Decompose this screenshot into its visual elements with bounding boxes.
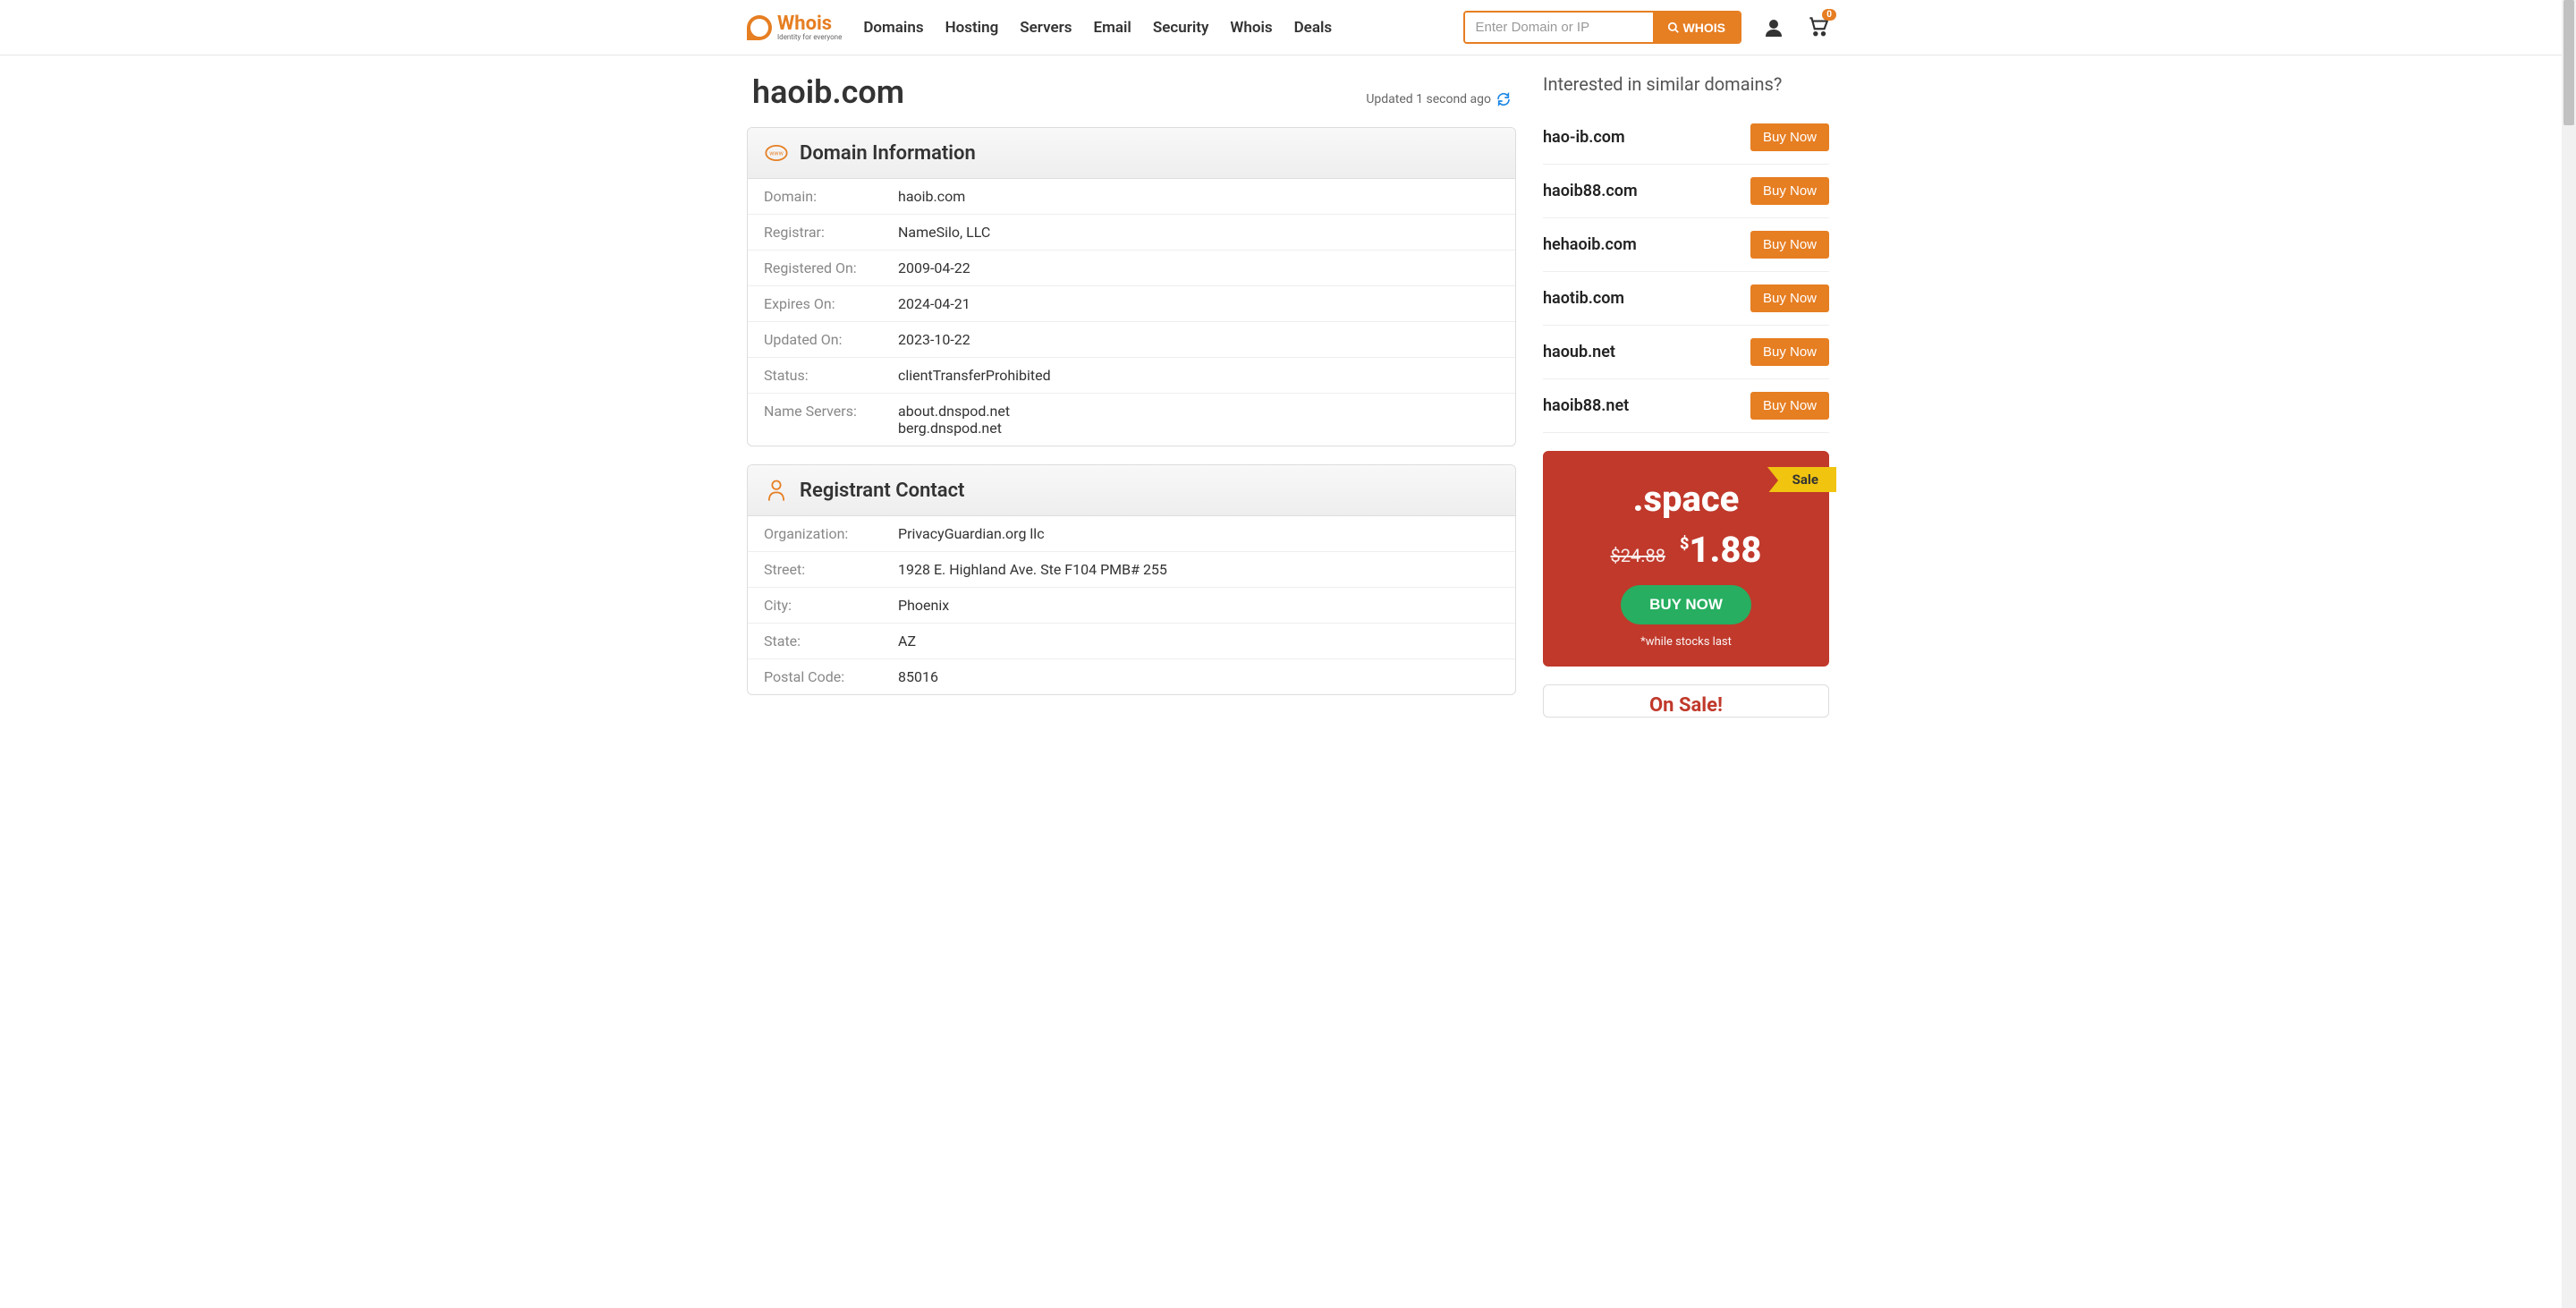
similar-row: hao-ib.com Buy Now (1543, 111, 1829, 165)
buy-now-button[interactable]: Buy Now (1750, 177, 1829, 205)
info-row: Domain:haoib.com (748, 179, 1515, 215)
info-value: about.dnspod.net berg.dnspod.net (898, 403, 1010, 437)
buy-now-button[interactable]: Buy Now (1750, 231, 1829, 259)
similar-domain: haoib88.com (1543, 182, 1638, 200)
sale-ribbon: Sale (1767, 467, 1836, 492)
domain-info-title: Domain Information (800, 142, 976, 165)
info-value: 1928 E. Highland Ave. Ste F104 PMB# 255 (898, 561, 1167, 578)
similar-domain: haoub.net (1543, 343, 1615, 361)
info-row: Status:clientTransferProhibited (748, 358, 1515, 394)
info-label: Registrar: (764, 224, 898, 241)
info-label: Registered On: (764, 259, 898, 276)
similar-row: hehaoib.com Buy Now (1543, 218, 1829, 272)
info-row: City:Phoenix (748, 588, 1515, 624)
nav-item-whois[interactable]: Whois (1230, 19, 1272, 37)
info-value: 2024-04-21 (898, 295, 970, 312)
search-button[interactable]: WHOIS (1653, 13, 1740, 42)
info-label: City: (764, 597, 898, 614)
nav-item-servers[interactable]: Servers (1020, 19, 1072, 37)
info-label: Name Servers: (764, 403, 898, 437)
search-box: WHOIS (1463, 11, 1741, 44)
similar-domain: haoib88.net (1543, 396, 1629, 415)
domain-info-card: WWW Domain Information Domain:haoib.comR… (747, 127, 1516, 446)
info-label: Updated On: (764, 331, 898, 348)
promo-card: Sale .space $24.88 $1.88 BUY NOW *while … (1543, 451, 1829, 667)
info-label: Organization: (764, 525, 898, 542)
info-label: State: (764, 633, 898, 650)
info-value: Phoenix (898, 597, 949, 614)
buy-now-button[interactable]: Buy Now (1750, 338, 1829, 366)
info-value: 2023-10-22 (898, 331, 970, 348)
logo-subtitle: Identity for everyone (777, 34, 842, 41)
www-icon: WWW (764, 140, 789, 166)
buy-now-button[interactable]: Buy Now (1750, 123, 1829, 151)
similar-title: Interested in similar domains? (1543, 73, 1829, 95)
updated-status: Updated 1 second ago (1366, 92, 1511, 106)
info-row: Expires On:2024-04-21 (748, 286, 1515, 322)
info-value: 85016 (898, 668, 938, 685)
user-icon[interactable] (1763, 17, 1784, 38)
info-label: Street: (764, 561, 898, 578)
info-row: Street:1928 E. Highland Ave. Ste F104 PM… (748, 552, 1515, 588)
info-row: Updated On:2023-10-22 (748, 322, 1515, 358)
info-value: AZ (898, 633, 916, 650)
nav-item-deals[interactable]: Deals (1294, 19, 1333, 37)
info-value: haoib.com (898, 188, 965, 205)
info-row: Registered On:2009-04-22 (748, 251, 1515, 286)
cart-button[interactable]: 0 (1806, 14, 1829, 41)
onsale-text: On Sale! (1544, 694, 1828, 717)
logo-icon (747, 15, 772, 40)
similar-domain: hehaoib.com (1543, 235, 1637, 254)
scrollbar[interactable] (2562, 0, 2576, 1308)
info-value: 2009-04-22 (898, 259, 970, 276)
search-icon (1667, 21, 1680, 34)
similar-domain: haotib.com (1543, 289, 1624, 308)
promo-buy-button[interactable]: BUY NOW (1621, 585, 1751, 624)
refresh-icon[interactable] (1496, 92, 1511, 106)
info-row: Name Servers:about.dnspod.net berg.dnspo… (748, 394, 1515, 446)
info-row: Registrar:NameSilo, LLC (748, 215, 1515, 251)
registrant-card: Registrant Contact Organization:PrivacyG… (747, 464, 1516, 695)
old-price: $24.88 (1611, 545, 1665, 566)
registrant-title: Registrant Contact (800, 480, 964, 502)
onsale-card: On Sale! (1543, 684, 1829, 718)
nav-item-domains[interactable]: Domains (863, 19, 923, 37)
similar-row: haotib.com Buy Now (1543, 272, 1829, 326)
similar-row: haoub.net Buy Now (1543, 326, 1829, 379)
buy-now-button[interactable]: Buy Now (1750, 392, 1829, 420)
search-input[interactable] (1465, 13, 1653, 42)
stock-note: *while stocks last (1561, 635, 1811, 649)
person-icon (764, 478, 789, 503)
main-nav: Domains Hosting Servers Email Security Whois D… (863, 19, 1332, 37)
info-row: State:AZ (748, 624, 1515, 659)
header: Whois Identity for everyone Domains Hosti… (0, 0, 2576, 55)
info-label: Postal Code: (764, 668, 898, 685)
nav-item-security[interactable]: Security (1153, 19, 1209, 37)
info-row: Postal Code:85016 (748, 659, 1515, 694)
nav-item-hosting[interactable]: Hosting (945, 19, 999, 37)
similar-domain: hao-ib.com (1543, 128, 1625, 147)
new-price: $1.88 (1680, 529, 1761, 571)
info-label: Status: (764, 367, 898, 384)
info-label: Domain: (764, 188, 898, 205)
info-value: NameSilo, LLC (898, 224, 990, 241)
page-title: haoib.com (752, 73, 904, 111)
svg-text:WWW: WWW (769, 151, 784, 157)
cart-badge: 0 (1822, 9, 1836, 21)
info-row: Organization:PrivacyGuardian.org llc (748, 516, 1515, 552)
logo-title: Whois (777, 14, 842, 34)
scroll-thumb[interactable] (2563, 0, 2574, 125)
info-value: PrivacyGuardian.org llc (898, 525, 1045, 542)
nav-item-email[interactable]: Email (1094, 19, 1131, 37)
logo[interactable]: Whois Identity for everyone (747, 14, 842, 41)
similar-row: haoib88.net Buy Now (1543, 379, 1829, 433)
similar-row: haoib88.com Buy Now (1543, 165, 1829, 218)
info-label: Expires On: (764, 295, 898, 312)
info-value: clientTransferProhibited (898, 367, 1051, 384)
buy-now-button[interactable]: Buy Now (1750, 285, 1829, 312)
